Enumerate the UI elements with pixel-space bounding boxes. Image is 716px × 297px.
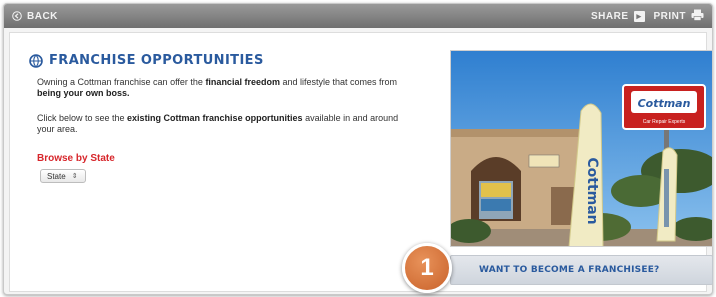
select-arrows-icon: ⇕: [71, 172, 78, 180]
back-arrow-icon: [12, 11, 22, 21]
title-bar: BACK SHARE ▸ PRINT: [4, 4, 712, 28]
step-number-badge: 1: [402, 243, 452, 293]
state-select-value: State: [47, 171, 66, 181]
instructions-text: Click below to see the existing Cottman …: [37, 113, 399, 134]
state-select[interactable]: State ⇕: [40, 169, 86, 183]
back-label: BACK: [27, 10, 58, 22]
window-frame: BACK SHARE ▸ PRINT FRANCHISE OPPORTUNITI…: [3, 3, 713, 295]
print-label[interactable]: PRINT: [654, 11, 687, 22]
cottman-globe-icon: [29, 53, 43, 68]
print-icon[interactable]: [691, 9, 704, 24]
content-panel: FRANCHISE OPPORTUNITIES Owning a Cottman…: [9, 32, 713, 292]
flag-text: Cottman: [584, 157, 600, 224]
become-franchisee-button[interactable]: WANT TO BECOME A FRANCHISEE?: [450, 255, 713, 285]
back-link[interactable]: BACK: [4, 11, 58, 22]
sign-brand: Cottman: [638, 97, 691, 110]
franchise-photo: Cottman Car Repair Experts Cottman: [450, 50, 713, 247]
share-label[interactable]: SHARE: [591, 11, 629, 22]
sign-tagline: Car Repair Experts: [643, 119, 686, 125]
browse-by-state-label: Browse by State: [37, 153, 115, 164]
page-heading: FRANCHISE OPPORTUNITIES: [29, 53, 264, 68]
share-icon[interactable]: ▸: [633, 10, 645, 22]
page-title: FRANCHISE OPPORTUNITIES: [49, 53, 264, 68]
become-franchisee-label: WANT TO BECOME A FRANCHISEE?: [479, 265, 660, 275]
intro-text: Owning a Cottman franchise can offer the…: [37, 77, 398, 98]
